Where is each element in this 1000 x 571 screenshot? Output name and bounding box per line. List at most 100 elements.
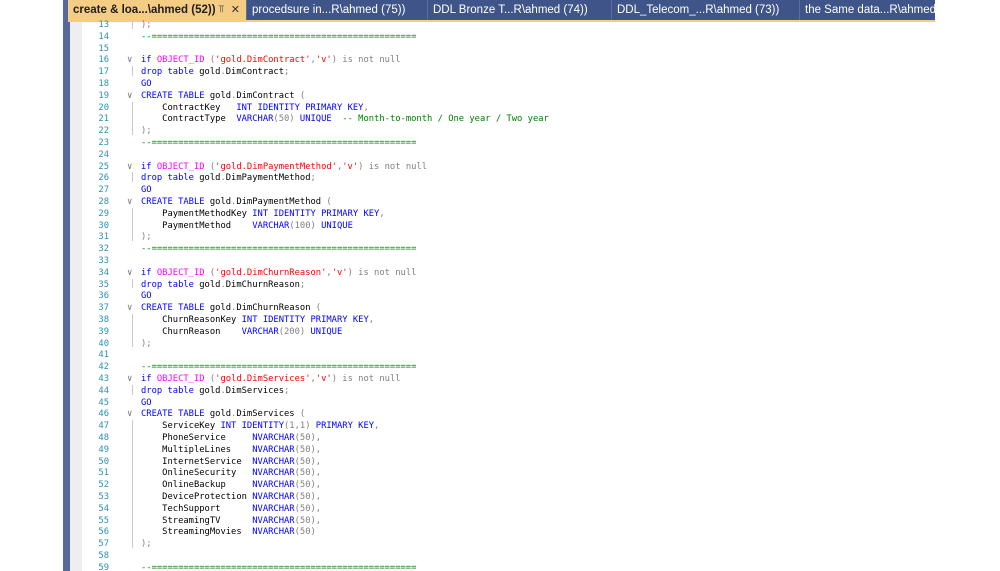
close-icon[interactable]: ✕ xyxy=(231,0,240,20)
code-token: ContractType xyxy=(141,114,237,125)
code-text: TechSupport NVARCHAR(50), xyxy=(141,503,321,515)
code-token: ; xyxy=(299,279,306,290)
line-number: 56 xyxy=(98,527,109,538)
code-text: --======================================… xyxy=(141,31,416,43)
code-token: NVARCHAR xyxy=(252,503,295,514)
code-token: INT IDENTITY PRIMARY KEY xyxy=(241,315,369,325)
chevron-down-icon[interactable]: ∨ xyxy=(127,267,132,279)
code-token: PaymentMethodKey xyxy=(141,208,253,219)
code-token: ) is not null xyxy=(331,55,401,66)
fold-guide xyxy=(132,20,133,29)
line-number: 38 xyxy=(98,315,109,325)
code-token: OBJECT_ID xyxy=(156,374,205,384)
line-number: 19 xyxy=(98,90,109,101)
line-number: 24 xyxy=(98,149,109,160)
code-token: ; xyxy=(284,385,290,396)
line-number: 59 xyxy=(98,562,109,571)
fold-guide xyxy=(132,384,133,395)
code-token: INT IDENTITY PRIMARY KEY xyxy=(236,102,364,113)
code-token: --======================================… xyxy=(141,31,417,42)
code-token: ; xyxy=(310,173,316,184)
code-token: ) is not null xyxy=(347,267,417,278)
pin-icon[interactable]: ⫪ xyxy=(218,0,224,20)
tab-ddl-bronze[interactable]: DDL Bronze T...R\ahmed (74)) xyxy=(428,0,612,20)
line-number: 36 xyxy=(98,291,109,302)
code-token: UNIQUE xyxy=(321,220,353,231)
code-text: PaymentMethodKey INT IDENTITY PRIMARY KE… xyxy=(141,208,384,220)
code-token: ( xyxy=(299,409,306,420)
code-token: ContractKey xyxy=(141,102,237,113)
code-text: if OBJECT_ID ('gold.DimServices','v') is… xyxy=(141,373,401,385)
tab-procedure[interactable]: procedsure in...R\ahmed (75)) xyxy=(247,0,428,20)
code-token: DimChurnReason xyxy=(236,303,316,314)
code-text: GO xyxy=(141,290,152,302)
fold-guide xyxy=(132,207,133,242)
line-number: 22 xyxy=(98,126,109,137)
code-token: ChurnReason xyxy=(141,326,242,337)
code-token: NVARCHAR xyxy=(252,492,295,502)
chevron-down-icon[interactable]: ∨ xyxy=(127,196,132,208)
code-token: --======================================… xyxy=(141,244,417,255)
line-number: 32 xyxy=(98,244,109,255)
line-number: 13 xyxy=(98,20,109,30)
code-token: NVARCHAR xyxy=(252,527,295,538)
code-token: 'gold.DimServices' xyxy=(215,374,311,384)
code-token: VARCHAR xyxy=(252,220,290,231)
code-text: --======================================… xyxy=(141,361,416,373)
code-text: CREATE TABLE gold.DimServices ( xyxy=(141,408,305,420)
code-token: 'gold.DimContract' xyxy=(215,55,311,66)
chevron-down-icon[interactable]: ∨ xyxy=(127,90,132,102)
code-token: if xyxy=(141,374,157,384)
code-text: PhoneService NVARCHAR(50), xyxy=(141,432,321,444)
code-token: DimServices xyxy=(236,409,300,420)
code-token: NVARCHAR xyxy=(252,480,295,491)
code-text: if OBJECT_ID ('gold.DimChurnReason','v')… xyxy=(141,267,416,279)
code-token: PRIMARY KEY xyxy=(315,421,375,432)
code-token: DimServices xyxy=(225,385,285,396)
chevron-down-icon[interactable]: ∨ xyxy=(127,54,132,66)
chevron-down-icon[interactable]: ∨ xyxy=(127,373,132,385)
line-number: 52 xyxy=(98,480,109,491)
tab-label: DDL_Telecom_...R\ahmed (73)) xyxy=(617,4,780,16)
line-number: 45 xyxy=(98,397,109,408)
code-token: drop table xyxy=(141,385,200,396)
code-token: gold xyxy=(199,279,221,290)
line-number: 15 xyxy=(98,43,109,54)
code-editor[interactable]: 13); 14 --================================… xyxy=(82,20,935,571)
tab-label: the Same data...R\ahmed (6 xyxy=(805,4,935,16)
code-text: StreamingTV NVARCHAR(50), xyxy=(141,515,321,527)
chevron-down-icon[interactable]: ∨ xyxy=(127,302,132,314)
code-token: (50), xyxy=(294,456,322,467)
tab-same-data[interactable]: the Same data...R\ahmed (6 xyxy=(800,0,935,20)
code-text: CREATE TABLE gold.DimContract ( xyxy=(141,90,305,102)
code-token: ); xyxy=(141,20,152,30)
code-token: DimContract xyxy=(225,67,285,78)
line-number: 17 xyxy=(98,67,109,78)
code-token: ( xyxy=(204,55,216,66)
fold-guide xyxy=(132,420,133,548)
code-token: ); xyxy=(141,232,152,243)
code-token: (100) xyxy=(289,220,322,231)
code-token: ); xyxy=(141,338,152,349)
code-token: OBJECT_ID xyxy=(156,267,205,278)
code-token: ( xyxy=(299,90,306,101)
code-token: PaymentMethod xyxy=(141,220,253,231)
code-token: (50) xyxy=(294,527,316,538)
chevron-down-icon[interactable]: ∨ xyxy=(127,161,132,173)
code-token: ChurnReasonKey xyxy=(141,315,242,325)
code-token: ( xyxy=(315,303,322,314)
code-text: OnlineSecurity NVARCHAR(50), xyxy=(141,467,321,479)
code-text: drop table gold.DimContract; xyxy=(141,66,289,78)
code-text: drop table gold.DimServices; xyxy=(141,385,289,397)
tab-ddl-telecom[interactable]: DDL_Telecom_...R\ahmed (73)) xyxy=(612,0,800,20)
code-text: PaymentMethod VARCHAR(100) UNIQUE xyxy=(141,220,353,232)
code-token: InternetService xyxy=(141,456,253,467)
code-token: (200) xyxy=(278,326,311,337)
line-number: 43 xyxy=(98,374,109,384)
line-number: 28 xyxy=(98,197,109,207)
chevron-down-icon[interactable]: ∨ xyxy=(127,408,132,420)
line-number: 18 xyxy=(98,79,109,89)
code-token: (50) xyxy=(273,114,300,125)
tab-create-and-load[interactable]: create & loa...\ahmed (52)) ⫪ ✕ xyxy=(68,0,247,20)
code-token: ServiceKey xyxy=(141,421,221,432)
